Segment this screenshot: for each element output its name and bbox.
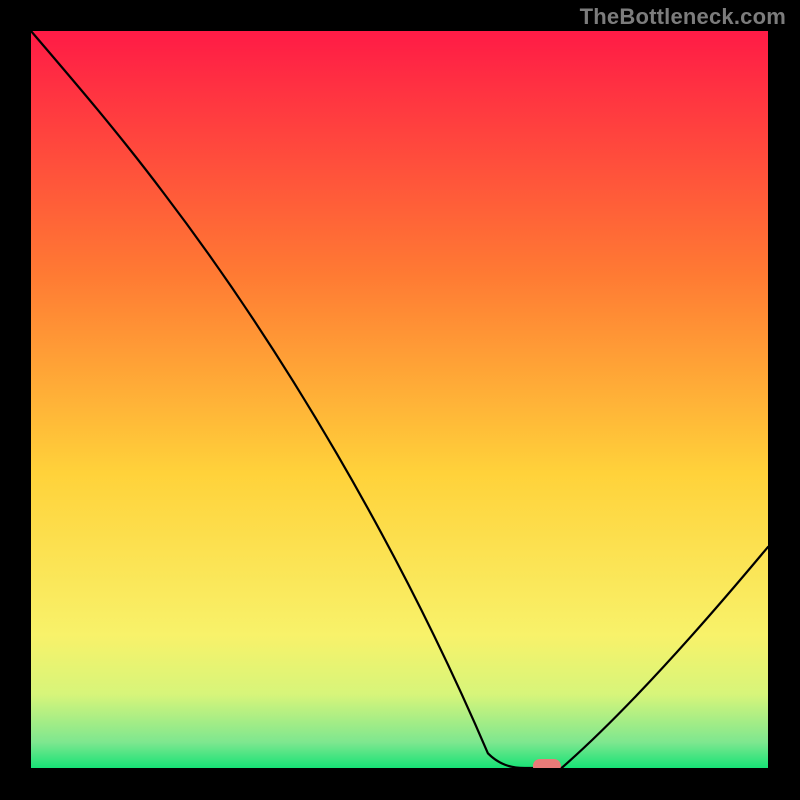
- chart-frame: TheBottleneck.com: [0, 0, 800, 800]
- plot-background-gradient: [31, 31, 768, 768]
- optimal-marker: [533, 759, 561, 773]
- bottleneck-chart: [0, 0, 800, 800]
